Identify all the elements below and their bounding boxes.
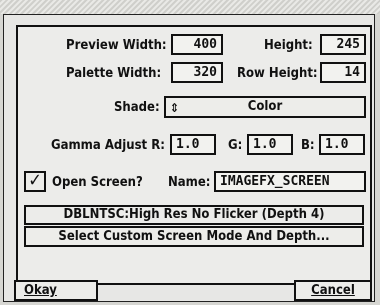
open-screen-label: Open Screen? — [52, 175, 143, 190]
cancel-button[interactable]: Cancel — [294, 280, 372, 301]
height-field[interactable]: 245 — [320, 34, 366, 55]
open-screen-checkbox[interactable]: ✓ — [24, 171, 46, 192]
window-titlebar[interactable] — [0, 0, 380, 14]
preview-width-label: Preview Width: — [66, 38, 167, 53]
shade-cycle-gadget[interactable]: ⇕ Color — [164, 96, 366, 118]
preview-settings-window: Preview Width: 400 Height: 245 Palette W… — [3, 14, 375, 302]
gamma-b-field[interactable]: 1.0 — [319, 134, 365, 155]
cycle-icon: ⇕ — [170, 101, 180, 115]
preview-width-field[interactable]: 400 — [171, 34, 223, 55]
shade-value: Color — [247, 99, 283, 114]
row-height-label: Row Height: — [237, 66, 318, 81]
name-label: Name: — [168, 175, 211, 190]
palette-width-field[interactable]: 320 — [171, 62, 223, 83]
gamma-b-label: B: — [301, 138, 315, 153]
gamma-r-field[interactable]: 1.0 — [170, 134, 216, 155]
gamma-g-field[interactable]: 1.0 — [247, 134, 293, 155]
palette-width-label: Palette Width: — [66, 66, 162, 81]
gamma-g-label: G: — [228, 138, 243, 153]
shade-label: Shade: — [114, 100, 160, 115]
select-screen-mode-button[interactable]: Select Custom Screen Mode And Depth... — [24, 226, 364, 247]
okay-button[interactable]: Okay — [14, 280, 98, 301]
screen-name-field[interactable]: IMAGEFX_SCREEN — [214, 171, 366, 192]
row-height-field[interactable]: 14 — [320, 62, 366, 83]
screen-mode-status: DBLNTSC:High Res No Flicker (Depth 4) — [24, 205, 364, 225]
gamma-r-label: Gamma Adjust R: — [51, 138, 165, 153]
checkmark-icon: ✓ — [28, 170, 42, 191]
settings-panel: Preview Width: 400 Height: 245 Palette W… — [16, 25, 372, 285]
height-label: Height: — [264, 38, 313, 53]
